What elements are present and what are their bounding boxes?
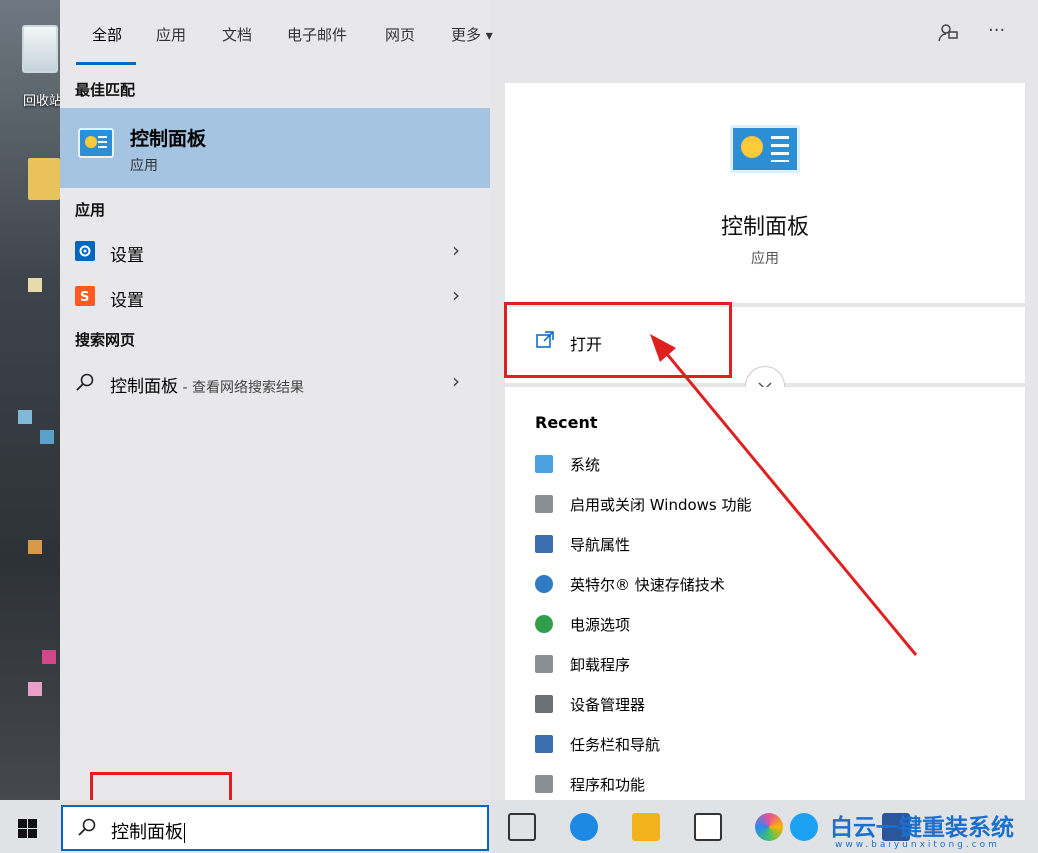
edge-icon[interactable]	[570, 813, 598, 841]
text-cursor	[184, 823, 185, 843]
task-view-icon[interactable]	[508, 813, 536, 841]
mail-icon[interactable]	[694, 813, 722, 841]
file-explorer-icon[interactable]	[632, 813, 660, 841]
watermark-url: www.baiyunxitong.com	[835, 840, 1000, 850]
search-icon	[77, 817, 97, 842]
search-input-text: 控制面板	[111, 822, 183, 843]
photos-icon[interactable]	[755, 813, 783, 841]
search-box[interactable]: 控制面板	[61, 805, 489, 851]
twitter-icon[interactable]	[790, 813, 818, 841]
search-input-value[interactable]: 控制面板	[111, 818, 185, 844]
annotation-arrow	[650, 334, 918, 656]
watermark-text: 白云一键重装系统	[830, 815, 1014, 841]
